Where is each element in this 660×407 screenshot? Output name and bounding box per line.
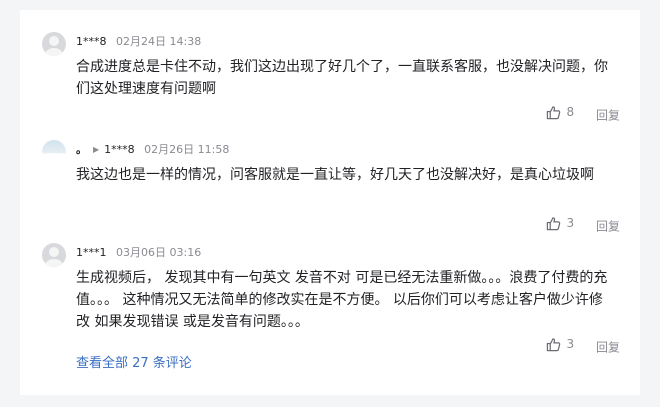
comment-timestamp: 02月26日 11:58 xyxy=(144,143,230,156)
comment-meta: 1***8 02月24日 14:38 xyxy=(76,34,201,50)
thumbs-up-icon xyxy=(546,105,560,119)
reply-button[interactable]: 回复 xyxy=(596,220,620,234)
like-button[interactable]: 3 xyxy=(546,336,575,352)
user-avatar-icon[interactable] xyxy=(42,243,66,267)
like-button[interactable]: 8 xyxy=(546,104,575,120)
thumbs-up-icon xyxy=(546,337,560,351)
comment-username[interactable]: 。 xyxy=(76,143,87,156)
comment-text: 生成视频后， 发现其中有一句英文 发音不对 可是已经无法重新做。。。浪费了付费的… xyxy=(76,270,608,330)
like-count: 3 xyxy=(566,216,575,230)
reply-target-username[interactable]: 1***8 xyxy=(104,143,135,156)
thumbs-up-icon xyxy=(546,216,560,230)
like-button[interactable]: 3 xyxy=(546,215,575,231)
user-avatar-icon[interactable] xyxy=(42,32,66,56)
comment-meta: 1***1 03月06日 03:16 xyxy=(76,245,201,261)
comment-panel: 1***8 02月24日 14:38 合成进度总是卡住不动，我们这边出现了好几个… xyxy=(20,10,640,395)
comment-actions: 3 回复 xyxy=(546,336,620,356)
comment-timestamp: 03月06日 03:16 xyxy=(116,246,202,259)
view-all-comments-link[interactable]: 查看全部 27 条评论 xyxy=(76,355,192,373)
comment-text: 合成进度总是卡住不动，我们这边出现了好几个了，一直联系客服，也没解决问题，你们这… xyxy=(76,59,608,97)
like-count: 8 xyxy=(566,105,575,119)
reply-button[interactable]: 回复 xyxy=(596,109,620,123)
reply-button[interactable]: 回复 xyxy=(596,341,620,355)
comment-actions: 8 回复 xyxy=(546,104,620,124)
comment-username[interactable]: 1***1 xyxy=(76,246,107,259)
reply-arrow-icon: ▶ xyxy=(93,145,100,154)
comment-text: 我这边也是一样的情况，问客服就是一直让等，好几天了也没解决好，是真心垃圾啊 xyxy=(76,167,594,183)
comment-username[interactable]: 1***8 xyxy=(76,35,107,48)
user-avatar-icon[interactable] xyxy=(42,140,66,164)
comment-actions: 3 回复 xyxy=(546,215,620,235)
like-count: 3 xyxy=(566,337,575,351)
comment-meta: 。 ▶ 1***8 02月26日 11:58 xyxy=(76,142,229,158)
comment-timestamp: 02月24日 14:38 xyxy=(116,35,202,48)
